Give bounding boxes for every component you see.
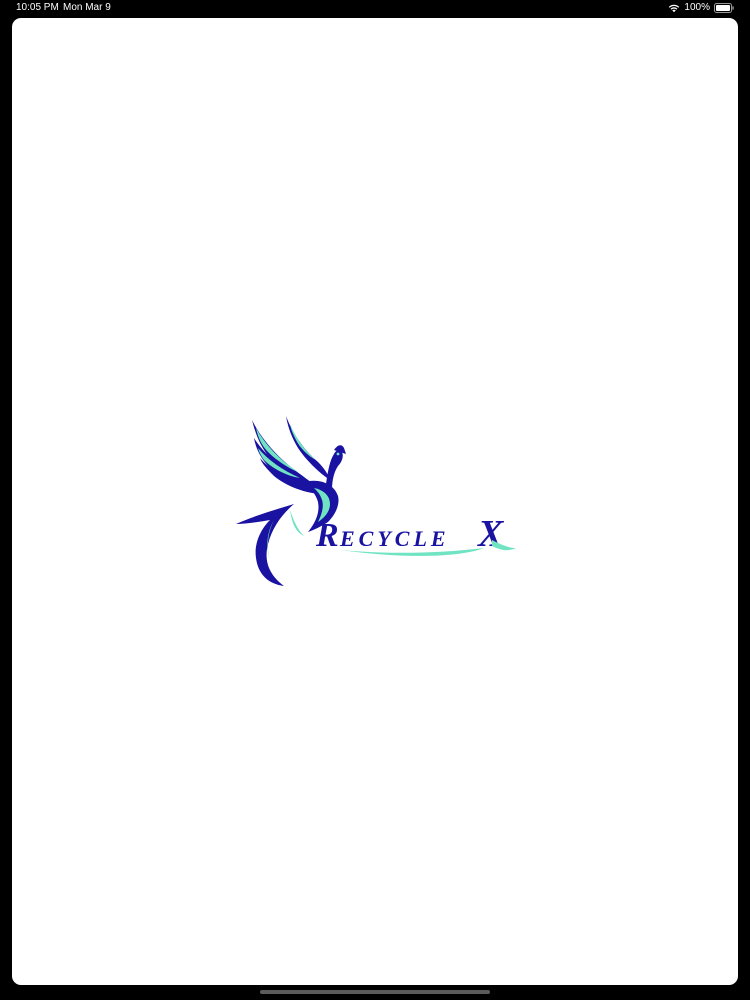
wifi-icon (669, 4, 680, 13)
status-bar: 10:05 PM Mon Mar 9 100% (0, 0, 750, 16)
battery-icon (714, 3, 734, 13)
battery-percent: 100% (684, 2, 710, 13)
logo-wordmark: ECYCLE (339, 526, 450, 551)
svg-text:R: R (315, 517, 339, 554)
home-indicator[interactable] (260, 990, 490, 994)
phoenix-icon: R ECYCLE X (236, 416, 516, 586)
status-time: 10:05 PM (16, 2, 59, 13)
app-logo: R ECYCLE X (234, 414, 524, 590)
device-screen: 10:05 PM Mon Mar 9 100% R ECYCLE X (0, 0, 750, 1000)
splash-sheet: R ECYCLE X (12, 18, 738, 985)
status-right: 100% (668, 0, 734, 16)
status-date: Mon Mar 9 (63, 2, 111, 13)
